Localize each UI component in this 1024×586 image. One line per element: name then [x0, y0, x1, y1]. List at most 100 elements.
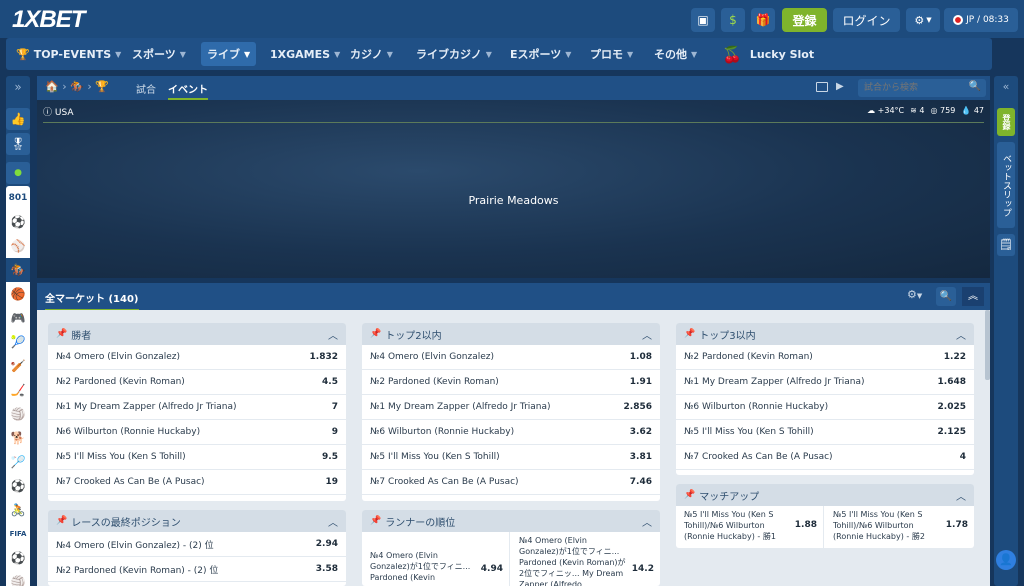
- baseball-icon[interactable]: ⚾: [6, 234, 30, 258]
- odds-row[interactable]: №1 My Dream Zapper (Alfredo Jr Triana) 1.…: [676, 370, 974, 395]
- card-header[interactable]: 📌 トップ2以内 ︿: [362, 323, 660, 345]
- nav-sports[interactable]: スポーツ ▼: [132, 38, 186, 70]
- odds-row[interactable]: №6 Wilburton (Ronnie Huckaby) 9: [48, 420, 346, 445]
- nav-casino[interactable]: カジノ ▼: [350, 38, 393, 70]
- cricket-icon[interactable]: 🏏: [6, 354, 30, 378]
- nav-top-events[interactable]: 🏆 TOP-EVENTS ▼: [16, 38, 121, 70]
- receipt-button[interactable]: 🗒: [997, 234, 1015, 256]
- basketball-icon[interactable]: 🏀: [6, 282, 30, 306]
- live-indicator[interactable]: ●: [6, 162, 30, 184]
- chevron-up-icon[interactable]: ︿: [642, 514, 652, 529]
- odds-row[interactable]: №4 Omero (Elvin Gonzalez) 1.832: [48, 345, 346, 370]
- odds-row[interactable]: №2 Pardoned (Kevin Roman) 1.22: [676, 345, 974, 370]
- live-count[interactable]: 801: [6, 186, 30, 210]
- pin-icon[interactable]: 📌: [56, 516, 67, 526]
- odds-row[interactable]: №1 My Dream Zapper (Alfredo Jr Triana) 7: [48, 395, 346, 420]
- card-header[interactable]: 📌 レースの最終ポジション ︿: [48, 510, 346, 532]
- event-search[interactable]: 🔍: [858, 79, 986, 97]
- awards-button[interactable]: 🎖: [6, 133, 30, 155]
- pin-icon[interactable]: 📌: [684, 490, 695, 500]
- chevron-up-icon[interactable]: ︿: [328, 327, 338, 342]
- brand-logo[interactable]: 1XBET: [12, 6, 85, 34]
- hockey-icon[interactable]: 🏒: [6, 378, 30, 402]
- odds-row[interactable]: №6 Wilburton (Ronnie Huckaby) 2.025: [676, 395, 974, 420]
- soccer-icon[interactable]: ⚽: [6, 210, 30, 234]
- market-settings-button[interactable]: ⚙▼: [907, 288, 922, 301]
- nav-live[interactable]: ライブ ▼: [201, 42, 257, 66]
- nav-promo[interactable]: プロモ ▼: [590, 38, 633, 70]
- chevron-up-icon[interactable]: ︿: [956, 488, 966, 503]
- sport-icon-more[interactable]: 🏐: [6, 570, 30, 586]
- odds-row[interactable]: №2 Pardoned (Kevin Roman) 4.5: [48, 370, 346, 395]
- odds-cell[interactable]: №4 Omero (Elvin Gonzalez)が1位でフィニ... Pard…: [362, 532, 510, 586]
- scrollbar[interactable]: [985, 310, 990, 380]
- horse-racing-icon[interactable]: 🏇: [70, 80, 84, 93]
- card-header[interactable]: 📌 ランナーの順位 ︿: [362, 510, 660, 532]
- odds-row[interactable]: №7 Crooked As Can Be (A Pusac) 4: [676, 445, 974, 470]
- market-search-button[interactable]: 🔍: [936, 287, 956, 306]
- register-side-button[interactable]: 登録: [997, 108, 1015, 136]
- odds-row[interactable]: №4 Omero (Elvin Gonzalez) 1.08: [362, 345, 660, 370]
- pin-icon[interactable]: 📌: [684, 329, 695, 339]
- pin-icon[interactable]: 📌: [56, 329, 67, 339]
- gamepad-icon[interactable]: 🎮: [6, 306, 30, 330]
- nav-more[interactable]: その他 ▼: [654, 38, 697, 70]
- all-markets-tab[interactable]: 全マーケット (140): [45, 290, 139, 311]
- fifa-icon[interactable]: FIFA: [6, 522, 30, 546]
- search-icon[interactable]: 🔍: [969, 81, 981, 92]
- trophy-icon[interactable]: 🏆: [95, 80, 109, 93]
- pin-icon[interactable]: 📌: [370, 329, 381, 339]
- chevron-up-icon[interactable]: ︿: [956, 327, 966, 342]
- odds-row[interactable]: №2 Pardoned (Kevin Roman) 1.91: [362, 370, 660, 395]
- search-input[interactable]: [858, 79, 966, 97]
- cycling-icon[interactable]: 🚴: [6, 498, 30, 522]
- badminton-icon[interactable]: 🏸: [6, 450, 30, 474]
- odds-cell[interactable]: №5 I'll Miss You (Ken S Tohill)/№6 Wilbu…: [676, 506, 824, 548]
- odds-row[interactable]: №5 I'll Miss You (Ken S Tohill) 9.5: [48, 445, 346, 470]
- nav-live-casino[interactable]: ライブカジノ ▼: [416, 38, 492, 70]
- video-icon[interactable]: ▶: [836, 81, 844, 92]
- odds-cell[interactable]: №4 Omero (Elvin Gonzalez)が1位でフィニ... Pard…: [511, 532, 660, 586]
- nav-esports[interactable]: Eスポーツ ▼: [510, 38, 571, 70]
- deposit-button[interactable]: $: [721, 8, 745, 32]
- soccer-icon-2[interactable]: ⚽: [6, 546, 30, 570]
- dog-racing-icon[interactable]: 🐕: [6, 426, 30, 450]
- football-icon[interactable]: ⚽: [6, 474, 30, 498]
- card-header[interactable]: 📌 マッチアップ ︿: [676, 484, 974, 506]
- odds-row[interactable]: №6 Wilburton (Ronnie Huckaby) 3.62: [362, 420, 660, 445]
- collapse-all-button[interactable]: ︽: [962, 287, 984, 306]
- card-header[interactable]: 📌 勝者 ︿: [48, 323, 346, 345]
- register-button[interactable]: 登録: [782, 8, 827, 32]
- card-header[interactable]: 📌 トップ3以内 ︿: [676, 323, 974, 345]
- odds-row[interactable]: №1 My Dream Zapper (Alfredo Jr Triana) 2.…: [362, 395, 660, 420]
- favorites-button[interactable]: 👍: [6, 108, 30, 130]
- gift-button[interactable]: 🎁: [751, 8, 775, 32]
- odds-row[interactable]: №7 Crooked As Can Be (A Pusac) 7.46: [362, 470, 660, 495]
- odds-cell[interactable]: №5 I'll Miss You (Ken S Tohill)/№6 Wilbu…: [825, 506, 974, 548]
- fullscreen-button[interactable]: ▣: [691, 8, 715, 32]
- odds-row[interactable]: №7 Crooked As Can Be (A Pusac) 19: [48, 470, 346, 495]
- expand-sidebar-button[interactable]: »: [6, 76, 30, 98]
- chat-button[interactable]: 👤: [996, 550, 1016, 570]
- tablet-view-icon[interactable]: [816, 82, 828, 92]
- horse-racing-icon[interactable]: 🏇: [6, 258, 30, 282]
- nav-lucky-slot[interactable]: 🍒 Lucky Slot: [722, 38, 814, 70]
- tennis-icon[interactable]: 🎾: [6, 330, 30, 354]
- language-time-button[interactable]: JP / 08:33: [944, 8, 1018, 32]
- volleyball-icon[interactable]: 🏐: [6, 402, 30, 426]
- betslip-tab[interactable]: ベットスリップ: [997, 142, 1015, 228]
- chevron-up-icon[interactable]: ︿: [328, 514, 338, 529]
- login-button[interactable]: ログイン: [833, 8, 900, 32]
- nav-1xgames[interactable]: 1XGAMES ▼: [270, 38, 340, 70]
- pin-icon[interactable]: 📌: [370, 516, 381, 526]
- collapse-sidebar-button[interactable]: «: [994, 76, 1018, 98]
- settings-button[interactable]: ⚙ ▼: [906, 8, 940, 32]
- tab-match[interactable]: 試合: [136, 81, 156, 96]
- odds-row[interactable]: №4 Omero (Elvin Gonzalez) - (2) 位 2.94: [48, 532, 346, 557]
- odds-row[interactable]: №5 I'll Miss You (Ken S Tohill) 2.125: [676, 420, 974, 445]
- home-icon[interactable]: 🏠: [45, 80, 59, 93]
- info-icon[interactable]: ⓘ: [43, 108, 52, 118]
- odds-row[interactable]: №2 Pardoned (Kevin Roman) - (2) 位 3.58: [48, 557, 346, 582]
- tab-event[interactable]: イベント: [168, 81, 208, 100]
- odds-row[interactable]: №5 I'll Miss You (Ken S Tohill) 3.81: [362, 445, 660, 470]
